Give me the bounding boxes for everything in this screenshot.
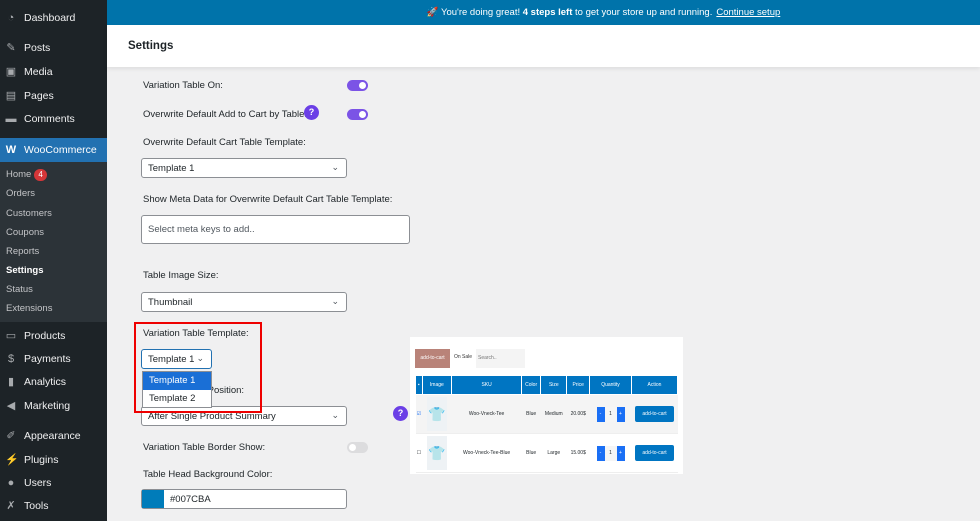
cart-template-label: Overwrite Default Cart Table Template:: [143, 137, 306, 148]
setup-notice: 🚀 You're doing great! 4 steps left to ge…: [107, 0, 980, 25]
submenu-orders[interactable]: Orders: [6, 188, 35, 199]
cart-template-select[interactable]: Template 1 ⌄: [141, 158, 347, 178]
submenu-home[interactable]: Home 4: [6, 169, 47, 181]
variation-table-on-label: Variation Table On:: [143, 80, 223, 91]
preview-table: ▪ Image SKU Color Size Price Quantity Action ☑ 👕…: [415, 375, 678, 473]
preview-search: Search..: [476, 349, 525, 368]
dollar-icon: $: [7, 353, 15, 365]
preview-row: ☐ 👕 Woo-Vneck-Tee-Blue Blue Large 15.00$ -1 + ad…: [415, 433, 678, 473]
meta-data-label: Show Meta Data for Overwrite Default Car…: [143, 194, 393, 205]
preview-header: Price: [566, 375, 590, 395]
meta-keys-input[interactable]: Select meta keys to add..: [141, 215, 410, 244]
variation-table-on-toggle[interactable]: [347, 80, 368, 91]
sidebar-item-analytics[interactable]: ▮ Analytics: [0, 371, 107, 393]
sidebar-item-users[interactable]: ● Users: [0, 472, 107, 494]
brush-icon: ✐: [6, 430, 16, 442]
preview-header: Color: [521, 375, 542, 395]
preview-header: SKU: [451, 375, 523, 395]
woocommerce-submenu: Home 4 Orders Customers Coupons Reports S…: [0, 162, 107, 322]
image-size-label: Table Image Size:: [143, 270, 219, 281]
color-swatch[interactable]: [142, 490, 164, 508]
shirt-image: 👕: [426, 397, 447, 431]
user-icon: ●: [7, 477, 15, 489]
preview-header: Image: [421, 375, 453, 395]
head-bg-color-input[interactable]: #007CBA: [141, 489, 347, 509]
preview-row: ☑ 👕 Woo-Vneck-Tee Blue Medium 20.00$ -1 + add-to…: [415, 394, 678, 434]
border-show-label: Variation Table Border Show:: [143, 442, 266, 453]
chevron-down-icon: ⌄: [331, 410, 339, 420]
submenu-settings[interactable]: Settings: [6, 265, 43, 276]
help-icon[interactable]: ?: [393, 406, 408, 421]
admin-sidebar: ◔ Dashboard ✎ Posts ▣ Media ▤ Pages ▬ Comment…: [0, 0, 107, 521]
notification-badge: 4: [34, 169, 47, 181]
overwrite-add-to-cart-toggle[interactable]: [347, 109, 368, 120]
sidebar-item-appearance[interactable]: ✐ Appearance: [0, 425, 107, 447]
sidebar-item-comments[interactable]: ▬ Comments: [0, 108, 107, 130]
shirt-image: 👕: [426, 436, 447, 470]
preview-header: Size: [540, 375, 568, 395]
sidebar-item-tools[interactable]: ✗ Tools: [0, 495, 107, 517]
sidebar-item-woocommerce[interactable]: W WooCommerce: [0, 138, 107, 162]
submenu-extensions[interactable]: Extensions: [6, 303, 52, 314]
page-title: Settings: [107, 25, 980, 67]
sidebar-item-products[interactable]: ▭ Products: [0, 325, 107, 347]
plug-icon: ⚡: [5, 454, 19, 466]
pages-icon: ▤: [5, 90, 17, 102]
border-show-toggle[interactable]: [347, 442, 368, 453]
wrench-icon: ✗: [6, 500, 16, 512]
media-icon: ▣: [5, 66, 17, 78]
preview-header: Action: [631, 375, 678, 395]
preview-header: Quantity: [589, 375, 632, 395]
preview-add-to-cart-button: add-to-cart: [415, 349, 450, 368]
overwrite-add-to-cart-label: Overwrite Default Add to Cart by Table:: [143, 109, 308, 120]
template-preview: add-to-cart On Sale Search.. ▪ Image SKU Co…: [410, 337, 683, 474]
dashboard-icon: ◔: [7, 12, 15, 24]
archive-icon: ▭: [5, 330, 17, 342]
preview-header: ▪: [415, 375, 423, 395]
bar-chart-icon: ▮: [7, 376, 15, 388]
sidebar-item-dashboard[interactable]: ◔ Dashboard: [0, 7, 107, 29]
sidebar-item-payments[interactable]: $ Payments: [0, 348, 107, 370]
chevron-down-icon: ⌄: [331, 296, 339, 306]
head-bg-label: Table Head Background Color:: [143, 469, 273, 480]
sidebar-item-media[interactable]: ▣ Media: [0, 61, 107, 83]
highlight-box: [134, 322, 262, 413]
megaphone-icon: ◀: [6, 400, 16, 412]
continue-setup-link[interactable]: Continue setup: [716, 7, 780, 18]
submenu-status[interactable]: Status: [6, 284, 33, 295]
preview-on-sale: On Sale: [454, 354, 473, 360]
help-icon[interactable]: ?: [304, 105, 319, 120]
image-size-select[interactable]: Thumbnail ⌄: [141, 292, 347, 312]
woo-icon: W: [5, 144, 17, 156]
sidebar-item-marketing[interactable]: ◀ Marketing: [0, 395, 107, 417]
submenu-reports[interactable]: Reports: [6, 246, 39, 257]
submenu-customers[interactable]: Customers: [6, 208, 52, 219]
chevron-down-icon: ⌄: [331, 162, 339, 172]
pin-icon: ✎: [6, 42, 16, 54]
submenu-coupons[interactable]: Coupons: [6, 227, 44, 238]
comment-icon: ▬: [5, 113, 17, 125]
sidebar-item-posts[interactable]: ✎ Posts: [0, 37, 107, 59]
sidebar-item-pages[interactable]: ▤ Pages: [0, 85, 107, 107]
sidebar-item-plugins[interactable]: ⚡ Plugins: [0, 449, 107, 471]
